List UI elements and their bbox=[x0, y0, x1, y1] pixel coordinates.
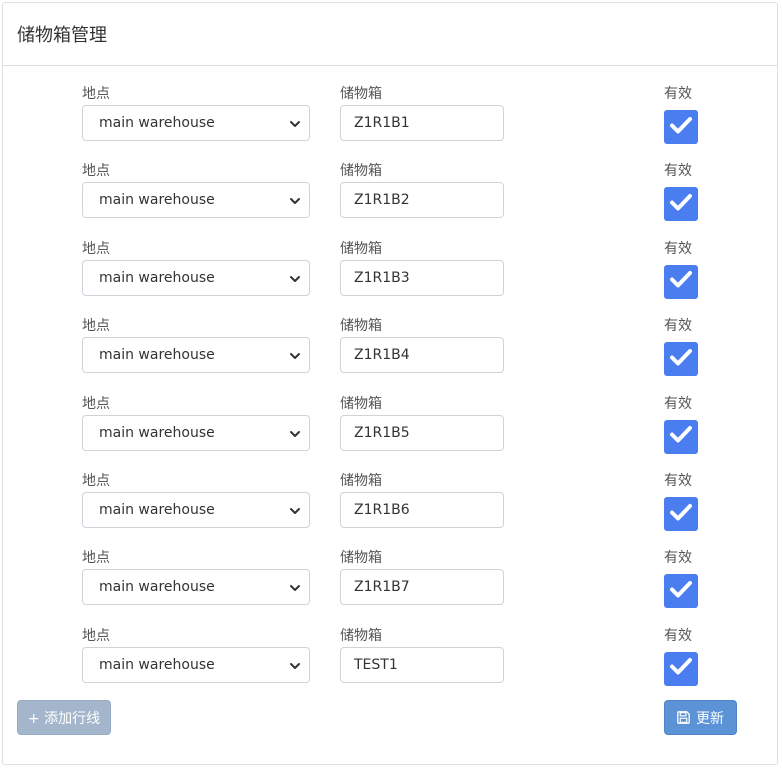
checkmark-icon bbox=[668, 499, 694, 530]
add-row-label: + 添加行线 bbox=[27, 710, 101, 727]
bin-row: 地点 储物箱 有效 main warehouse Z1R1B4 bbox=[3, 317, 779, 395]
bin-label: 储物箱 bbox=[340, 318, 382, 335]
chevron-down-icon bbox=[289, 427, 301, 439]
bin-label: 储物箱 bbox=[340, 395, 382, 412]
chevron-down-icon bbox=[289, 194, 301, 206]
active-label: 有效 bbox=[664, 163, 692, 180]
location-select-value: main warehouse bbox=[99, 192, 215, 209]
bin-row: 地点 储物箱 有效 main warehouse TEST1 bbox=[3, 627, 779, 705]
active-label: 有效 bbox=[664, 318, 692, 335]
page-title: 储物箱管理 bbox=[17, 25, 107, 46]
bin-row: 地点 储物箱 有效 main warehouse Z1R1B3 bbox=[3, 240, 779, 318]
bin-code-input[interactable]: Z1R1B4 bbox=[340, 337, 504, 374]
checkmark-icon bbox=[668, 576, 694, 607]
active-label: 有效 bbox=[664, 627, 692, 644]
bin-label: 储物箱 bbox=[340, 163, 382, 180]
location-select-value: main warehouse bbox=[99, 502, 215, 518]
bin-row: 地点 储物箱 有效 main warehouse Z1R1B7 bbox=[3, 549, 779, 627]
location-select-value: main warehouse bbox=[99, 269, 215, 286]
location-select-value: main warehouse bbox=[99, 424, 215, 441]
bin-row: 地点 储物箱 有效 main warehouse Z1R1B6 bbox=[3, 472, 779, 550]
bin-code-value: Z1R1B2 bbox=[354, 192, 410, 209]
bin-code-value: Z1R1B7 bbox=[354, 579, 410, 596]
bin-code-input[interactable]: Z1R1B7 bbox=[340, 569, 504, 606]
location-select-value: main warehouse bbox=[99, 115, 215, 131]
location-label: 地点 bbox=[82, 473, 110, 489]
active-label: 有效 bbox=[664, 550, 692, 567]
add-row-button[interactable]: + 添加行线 bbox=[17, 700, 111, 735]
active-checkbox[interactable] bbox=[664, 419, 698, 454]
location-select[interactable]: main warehouse bbox=[82, 646, 310, 683]
location-select[interactable]: main warehouse bbox=[82, 182, 310, 219]
checkmark-icon bbox=[668, 653, 694, 684]
save-icon bbox=[677, 711, 690, 724]
active-checkbox[interactable] bbox=[664, 110, 698, 144]
location-select[interactable]: main warehouse bbox=[82, 414, 310, 451]
bin-label: 储物箱 bbox=[340, 627, 382, 644]
chevron-down-icon bbox=[289, 272, 301, 284]
location-select[interactable]: main warehouse bbox=[82, 492, 310, 528]
bin-label: 储物箱 bbox=[340, 550, 382, 567]
bin-code-value: Z1R1B4 bbox=[354, 347, 410, 364]
bin-code-value: Z1R1B5 bbox=[354, 424, 410, 441]
checkmark-icon bbox=[668, 112, 694, 143]
bin-code-value: TEST1 bbox=[354, 656, 398, 673]
bin-code-input[interactable]: TEST1 bbox=[340, 646, 504, 683]
active-checkbox[interactable] bbox=[664, 264, 698, 299]
location-label: 地点 bbox=[82, 240, 110, 257]
active-checkbox[interactable] bbox=[664, 651, 698, 686]
bin-code-value: Z1R1B6 bbox=[354, 502, 410, 518]
location-select[interactable]: main warehouse bbox=[82, 105, 310, 141]
active-label: 有效 bbox=[664, 473, 692, 489]
bin-code-input[interactable]: Z1R1B2 bbox=[340, 182, 504, 219]
active-checkbox[interactable] bbox=[664, 497, 698, 531]
chevron-down-icon bbox=[289, 659, 301, 671]
checkmark-icon bbox=[668, 421, 694, 452]
bin-row: 地点 储物箱 有效 main warehouse Z1R1B2 bbox=[3, 162, 779, 240]
chevron-down-icon bbox=[289, 581, 301, 593]
checkmark-icon bbox=[668, 344, 694, 375]
bin-code-input[interactable]: Z1R1B6 bbox=[340, 492, 504, 528]
bin-code-input[interactable]: Z1R1B1 bbox=[340, 105, 504, 141]
bin-label: 储物箱 bbox=[340, 240, 382, 257]
location-label: 地点 bbox=[82, 550, 110, 567]
active-checkbox[interactable] bbox=[664, 574, 698, 609]
update-button[interactable]: 更新 bbox=[664, 700, 737, 735]
bin-label: 储物箱 bbox=[340, 473, 382, 489]
checkmark-icon bbox=[668, 189, 694, 220]
location-label: 地点 bbox=[82, 627, 110, 644]
active-checkbox[interactable] bbox=[664, 187, 698, 222]
bin-code-input[interactable]: Z1R1B5 bbox=[340, 414, 504, 451]
chevron-down-icon bbox=[289, 349, 301, 361]
location-label: 地点 bbox=[82, 318, 110, 335]
bin-code-input[interactable]: Z1R1B3 bbox=[340, 259, 504, 296]
chevron-down-icon bbox=[289, 117, 301, 129]
bin-row: 地点 储物箱 有效 main warehouse Z1R1B1 bbox=[3, 85, 779, 163]
bin-management-card: 储物箱管理 地点 储物箱 有效 main warehouse Z1R1B1 地点… bbox=[2, 2, 778, 765]
active-label: 有效 bbox=[664, 395, 692, 412]
chevron-down-icon bbox=[289, 504, 301, 516]
checkmark-icon bbox=[668, 266, 694, 297]
bin-row: 地点 储物箱 有效 main warehouse Z1R1B5 bbox=[3, 395, 779, 473]
active-label: 有效 bbox=[664, 86, 692, 102]
location-select-value: main warehouse bbox=[99, 347, 215, 364]
update-label: 更新 bbox=[696, 710, 724, 727]
location-label: 地点 bbox=[82, 86, 110, 102]
location-select[interactable]: main warehouse bbox=[82, 337, 310, 374]
bin-code-value: Z1R1B1 bbox=[354, 115, 410, 131]
location-select[interactable]: main warehouse bbox=[82, 569, 310, 606]
card-header: 储物箱管理 bbox=[3, 3, 777, 66]
location-select-value: main warehouse bbox=[99, 656, 215, 673]
location-label: 地点 bbox=[82, 395, 110, 412]
location-label: 地点 bbox=[82, 163, 110, 180]
bin-label: 储物箱 bbox=[340, 86, 382, 102]
location-select[interactable]: main warehouse bbox=[82, 259, 310, 296]
active-checkbox[interactable] bbox=[664, 342, 698, 377]
active-label: 有效 bbox=[664, 240, 692, 257]
bin-code-value: Z1R1B3 bbox=[354, 269, 410, 286]
location-select-value: main warehouse bbox=[99, 579, 215, 596]
